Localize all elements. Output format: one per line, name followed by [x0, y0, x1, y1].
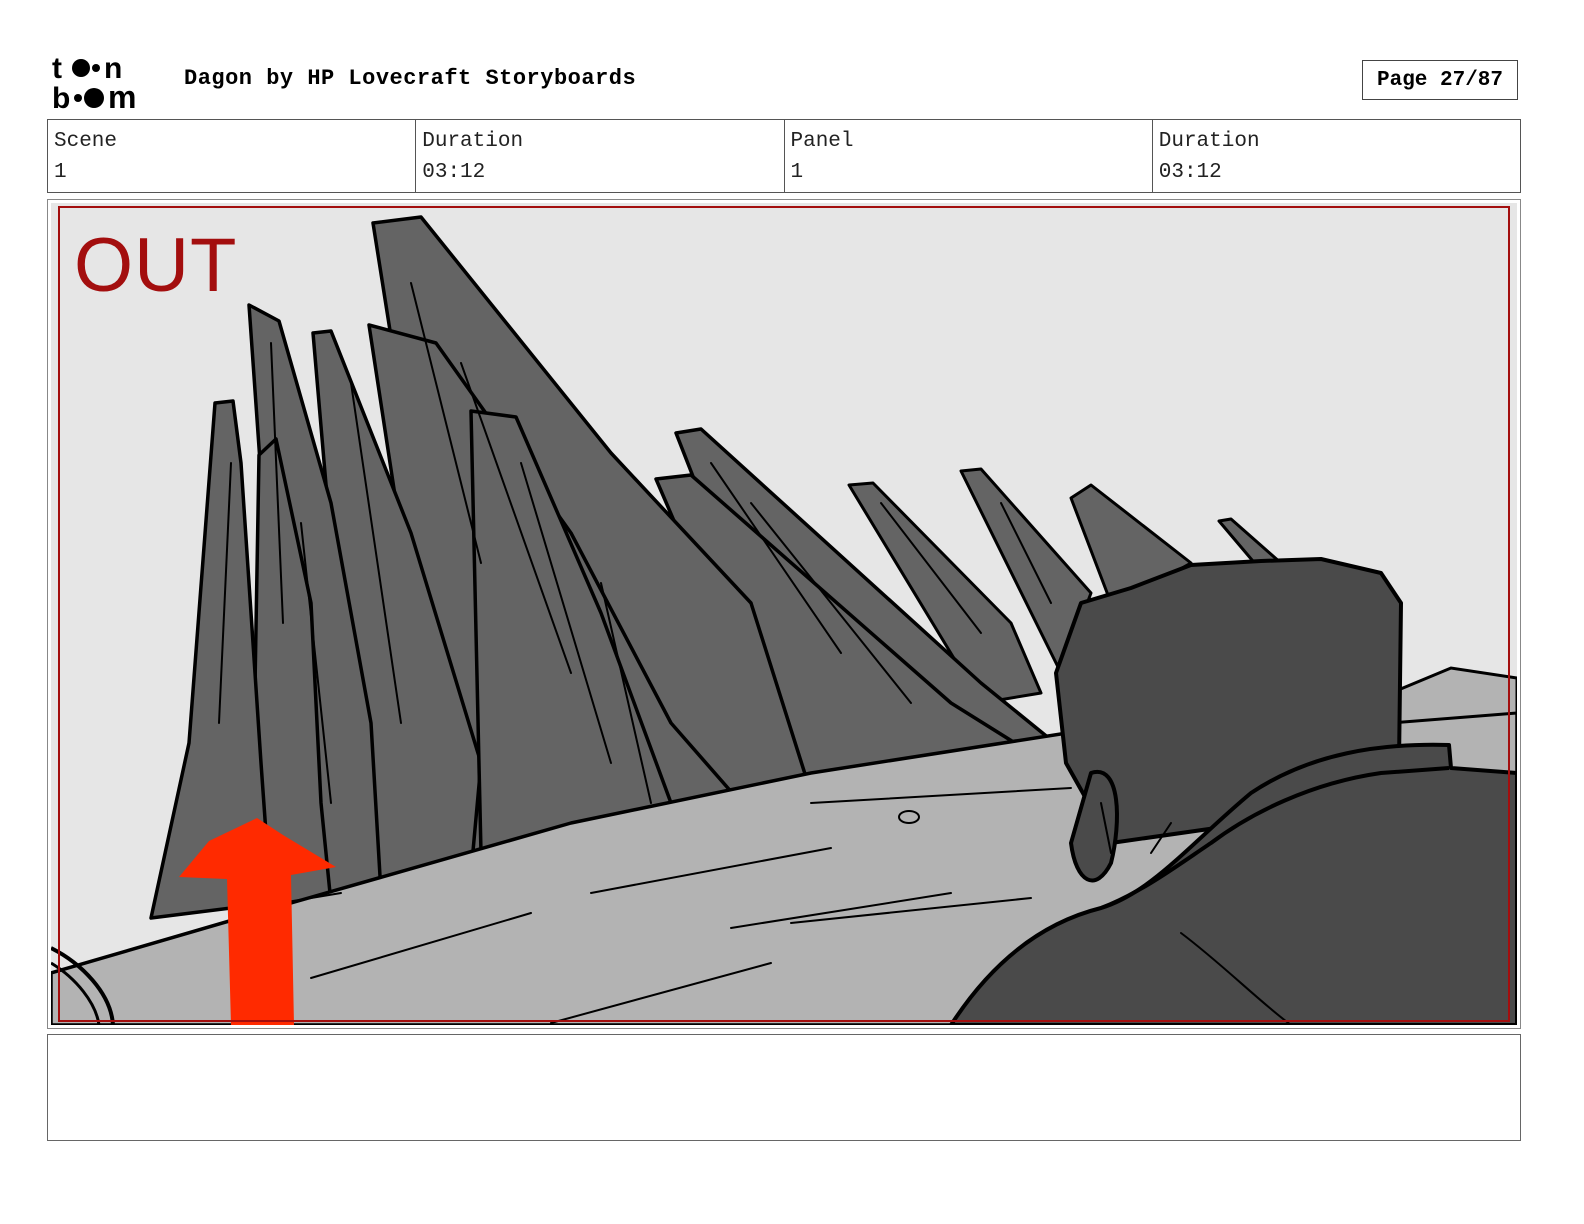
- scene-value: 1: [54, 161, 67, 184]
- panel-value: 1: [790, 161, 804, 184]
- scene-duration-label: Duration: [422, 130, 524, 153]
- scene-duration-cell: Duration 03:12: [416, 120, 785, 192]
- storyboard-panel-drawing: [51, 203, 1517, 1025]
- svg-text:b: b: [52, 82, 70, 112]
- scene-duration-value: 03:12: [422, 161, 486, 184]
- svg-text:t: t: [52, 52, 62, 85]
- panel-notes-box[interactable]: [47, 1034, 1521, 1141]
- scene-label: Scene: [54, 130, 118, 153]
- panel-cell: Panel 1: [785, 120, 1153, 192]
- panel-label: Panel: [790, 130, 854, 153]
- panel-duration-label: Duration: [1158, 130, 1260, 153]
- panel-duration-value: 03:12: [1158, 161, 1222, 184]
- out-overlay-label: OUT: [74, 223, 238, 308]
- panel-duration-cell: Duration 03:12: [1153, 120, 1520, 192]
- svg-text:m: m: [108, 79, 136, 112]
- page-label: Page 27/87: [1376, 68, 1504, 92]
- page-indicator: Page 27/87: [1362, 60, 1518, 100]
- document-title: Dagon by HP Lovecraft Storyboards: [184, 66, 637, 91]
- toon-boom-logo: t n b m: [52, 52, 136, 112]
- scene-cell: Scene 1: [48, 120, 417, 192]
- shot-info-table: Scene 1 Duration 03:12 Panel 1 Duration …: [47, 119, 1521, 193]
